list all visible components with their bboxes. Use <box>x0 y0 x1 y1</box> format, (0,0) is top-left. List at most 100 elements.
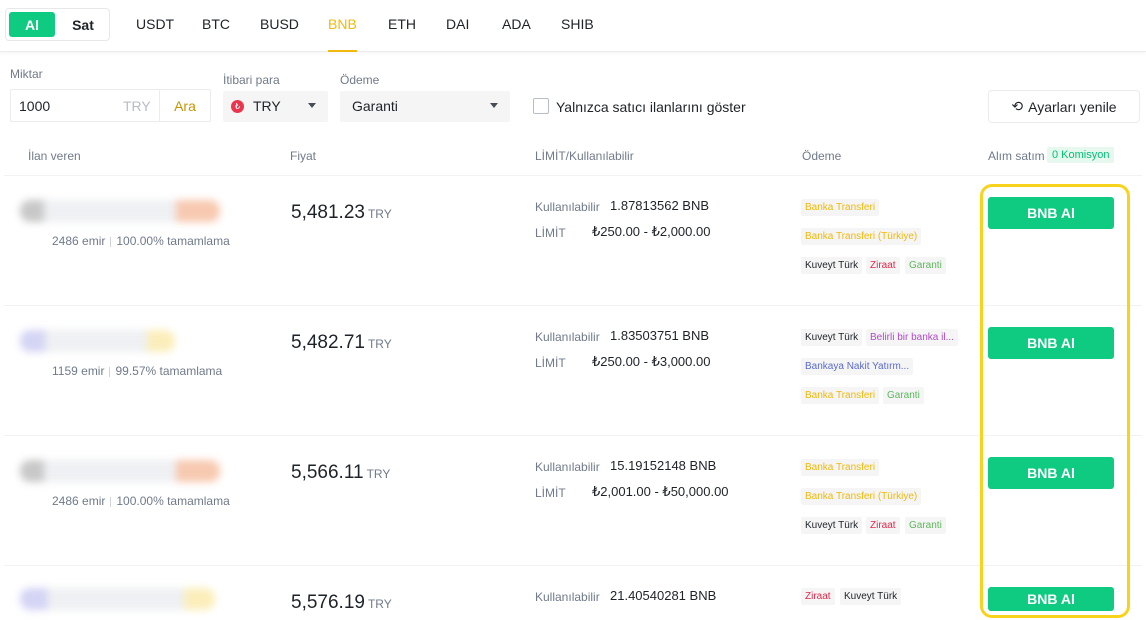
advertiser-stats: 2486 emir 100.00% tamamlama <box>52 234 230 248</box>
price-value: 5,566.11 <box>291 462 364 483</box>
available-label: Kullanılabilir <box>535 330 600 344</box>
payment-tag: Ziraat <box>801 588 835 605</box>
coin-tab-eth[interactable]: ETH <box>388 16 416 52</box>
payment-tag: Ziraat <box>866 257 900 274</box>
top-bar: Al Sat USDT BTC BUSD BNB ETH DAI ADA SHI… <box>0 0 1146 52</box>
amount-unit: TRY <box>123 98 151 114</box>
payment-tag: Banka Transferi (Türkiye) <box>801 228 922 245</box>
header-advertiser: İlan veren <box>28 149 81 163</box>
price-value: 5,482.71 <box>291 332 365 353</box>
ad-price: 5,481.23 TRY <box>291 202 392 224</box>
limit-label: LİMİT <box>535 226 566 240</box>
header-price: Fiyat <box>290 149 317 163</box>
sell-tab[interactable]: Sat <box>58 12 108 37</box>
payment-tag: Garanti <box>905 257 946 274</box>
payment-tag: Garanti <box>883 387 924 404</box>
advertiser-name-blurred[interactable] <box>20 200 220 222</box>
coin-tab-bnb[interactable]: BNB <box>328 16 357 52</box>
completion-rate: 100.00% tamamlama <box>116 494 230 508</box>
coin-tab-dai[interactable]: DAI <box>446 16 469 52</box>
completion-rate: 100.00% tamamlama <box>116 234 230 248</box>
coin-tab-shib[interactable]: SHIB <box>561 16 594 52</box>
fiat-label: İtibari para <box>223 73 280 87</box>
payment-tag: Kuveyt Türk <box>801 257 863 274</box>
limit-label: LİMİT <box>535 486 566 500</box>
coin-tab-usdt[interactable]: USDT <box>136 16 174 52</box>
order-count: 2486 emir <box>52 234 106 248</box>
amount-field[interactable]: 1000 TRY Ara <box>10 89 211 122</box>
table-row: 2486 emir 100.00% tamamlama 5,481.23 TRY K… <box>4 175 1142 305</box>
amount-value[interactable]: 1000 <box>19 98 50 114</box>
price-currency: TRY <box>367 207 392 221</box>
payment-select[interactable]: Garanti <box>340 91 510 122</box>
available-value: 1.83503751 BNB <box>610 328 710 343</box>
payment-tag: Ziraat <box>866 517 900 534</box>
fiat-value: TRY <box>253 98 281 114</box>
table-row: 5,576.19 TRY Kullanılabilir 21.40540281 B… <box>4 565 1142 620</box>
header-payment: Ödeme <box>802 149 842 163</box>
ad-price: 5,482.71 TRY <box>291 332 392 354</box>
available-label: Kullanılabilir <box>535 200 600 214</box>
completion-rate: 99.57% tamamlama <box>115 364 223 378</box>
reset-settings-label: Ayarları yenile <box>1028 98 1117 115</box>
available-value: 21.40540281 BNB <box>610 588 717 603</box>
merchant-only-checkbox[interactable] <box>533 98 549 114</box>
available-label: Kullanılabilir <box>535 590 600 604</box>
limit-label: LİMİT <box>535 356 566 370</box>
buy-bnb-button[interactable]: BNB Al <box>988 587 1114 611</box>
buy-tab[interactable]: Al <box>9 12 55 37</box>
table-row: 1159 emir 99.57% tamamlama 5,482.71 TRY Ku… <box>4 305 1142 435</box>
buy-bnb-button[interactable]: BNB Al <box>988 327 1114 359</box>
limit-value: ₺250.00 - ₺2,000.00 <box>592 224 711 239</box>
chevron-down-icon <box>490 103 498 108</box>
price-currency: TRY <box>367 337 392 351</box>
reset-settings-button[interactable]: ⟲ Ayarları yenile <box>988 90 1140 123</box>
price-value: 5,481.23 <box>291 202 365 223</box>
limit-value: ₺250.00 - ₺3,000.00 <box>592 354 711 369</box>
fiat-select[interactable]: ₺ TRY <box>223 91 328 122</box>
limit-value: ₺2,001.00 - ₺50,000.00 <box>592 484 729 499</box>
advertiser-name-blurred[interactable] <box>20 460 220 482</box>
payment-tag: Belirli bir banka il... <box>866 329 958 346</box>
order-count: 1159 emir <box>52 364 105 378</box>
amount-label: Miktar <box>10 67 43 81</box>
payment-label: Ödeme <box>340 73 380 87</box>
search-button[interactable]: Ara <box>159 89 211 122</box>
buy-sell-toggle: Al Sat <box>5 8 110 41</box>
payment-tag: Bankaya Nakit Yatırm... <box>801 358 914 375</box>
advertiser-stats: 1159 emir 99.57% tamamlama <box>52 364 222 378</box>
advertiser-stats: 2486 emir 100.00% tamamlama <box>52 494 230 508</box>
price-currency: TRY <box>367 597 392 611</box>
lira-icon: ₺ <box>231 100 244 113</box>
header-trade: Alım satım <box>988 149 1045 163</box>
chevron-down-icon <box>308 103 316 108</box>
available-value: 15.19152148 BNB <box>610 458 717 473</box>
coin-tab-busd[interactable]: BUSD <box>260 16 299 52</box>
payment-tag: Banka Transferi <box>801 459 880 476</box>
ad-price: 5,576.19 TRY <box>291 592 392 614</box>
advertiser-name-blurred[interactable] <box>20 330 175 352</box>
payment-value: Garanti <box>352 98 398 114</box>
available-value: 1.87813562 BNB <box>610 198 710 213</box>
price-currency: TRY <box>366 467 391 481</box>
available-label: Kullanılabilir <box>535 460 600 474</box>
refresh-icon: ⟲ <box>1011 98 1024 114</box>
merchant-only-label[interactable]: Yalnızca satıcı ilanlarını göster <box>556 99 746 115</box>
ad-price: 5,566.11 TRY <box>291 462 390 484</box>
header-limit: LİMİT/Kullanılabilir <box>535 149 634 163</box>
table-row: 2486 emir 100.00% tamamlama 5,566.11 TRY K… <box>4 435 1142 565</box>
coin-tab-ada[interactable]: ADA <box>502 16 531 52</box>
order-count: 2486 emir <box>52 494 106 508</box>
buy-bnb-button[interactable]: BNB Al <box>988 457 1114 489</box>
coin-tab-btc[interactable]: BTC <box>202 16 230 52</box>
payment-tag: Kuveyt Türk <box>840 588 902 605</box>
payment-tag: Garanti <box>905 517 946 534</box>
payment-tag: Banka Transferi <box>801 387 880 404</box>
price-value: 5,576.19 <box>291 592 365 613</box>
advertiser-name-blurred[interactable] <box>20 588 215 610</box>
payment-tag: Banka Transferi <box>801 199 880 216</box>
payment-tag: Kuveyt Türk <box>801 517 863 534</box>
payment-tag: Kuveyt Türk <box>801 329 863 346</box>
buy-bnb-button[interactable]: BNB Al <box>988 197 1114 229</box>
commission-badge: 0 Komisyon <box>1047 147 1115 163</box>
